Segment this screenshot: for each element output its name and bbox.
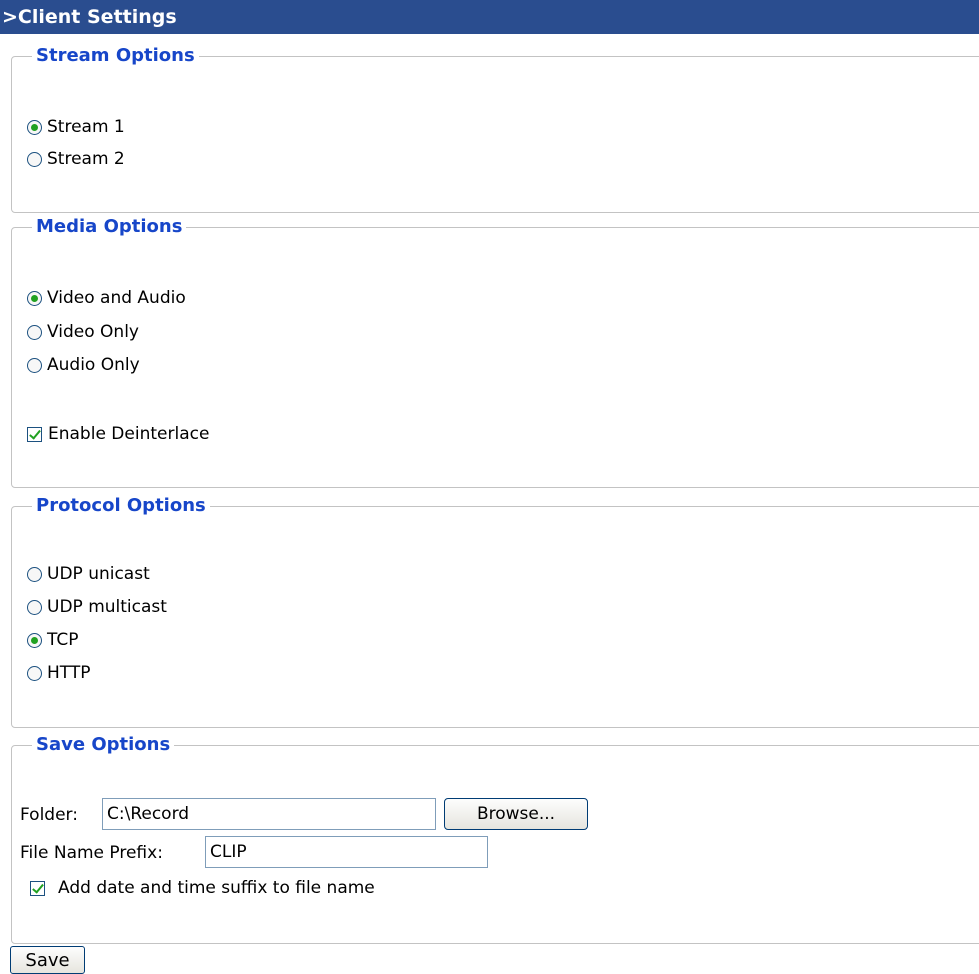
radio-button-icon[interactable] [27, 324, 42, 340]
protocol-options-legend: Protocol Options [32, 493, 210, 519]
radio-video-and-audio[interactable]: Video and Audio [27, 285, 186, 311]
radio-label: HTTP [47, 663, 91, 683]
browse-button[interactable]: Browse... [444, 798, 588, 830]
checkbox-label: Add date and time suffix to file name [58, 878, 375, 898]
radio-label: Video Only [47, 322, 139, 342]
radio-button-icon[interactable] [27, 119, 42, 135]
radio-http[interactable]: HTTP [27, 660, 91, 686]
radio-button-icon[interactable] [27, 632, 42, 648]
radio-label: UDP multicast [47, 597, 167, 617]
folder-input[interactable] [102, 798, 436, 830]
radio-video-only[interactable]: Video Only [27, 319, 139, 345]
file-name-prefix-label: File Name Prefix: [20, 843, 163, 863]
page-title: >Client Settings [0, 0, 979, 34]
file-name-prefix-input[interactable] [205, 836, 488, 868]
radio-button-icon[interactable] [27, 151, 42, 167]
radio-stream-2[interactable]: Stream 2 [27, 146, 125, 172]
protocol-options-group: Protocol Options UDP unicast UDP multica… [11, 493, 979, 728]
radio-button-icon[interactable] [27, 290, 42, 306]
media-options-legend: Media Options [32, 214, 187, 240]
media-options-group: Media Options Video and Audio Video Only… [11, 214, 979, 488]
checkbox-icon[interactable] [30, 880, 45, 896]
stream-options-legend: Stream Options [32, 43, 199, 69]
checkbox-icon[interactable] [27, 426, 42, 442]
radio-button-icon[interactable] [27, 566, 42, 582]
checkbox-enable-deinterlace[interactable]: Enable Deinterlace [27, 421, 209, 447]
radio-tcp[interactable]: TCP [27, 627, 79, 653]
radio-stream-1[interactable]: Stream 1 [27, 114, 125, 140]
radio-button-icon[interactable] [27, 665, 42, 681]
radio-label: Audio Only [47, 355, 140, 375]
radio-udp-multicast[interactable]: UDP multicast [27, 594, 167, 620]
folder-label: Folder: [20, 805, 78, 825]
save-button[interactable]: Save [10, 946, 85, 974]
save-options-legend: Save Options [32, 732, 175, 758]
client-settings-page: >Client Settings Stream Options Stream 1… [0, 0, 979, 974]
checkbox-label: Enable Deinterlace [48, 424, 210, 444]
radio-label: Video and Audio [47, 288, 186, 308]
radio-button-icon[interactable] [27, 357, 42, 373]
checkbox-add-date-time-suffix[interactable]: Add date and time suffix to file name [30, 875, 375, 901]
radio-label: Stream 2 [47, 149, 125, 169]
stream-options-group: Stream Options Stream 1 Stream 2 [11, 43, 979, 213]
radio-label: UDP unicast [47, 564, 150, 584]
radio-label: Stream 1 [47, 117, 125, 137]
radio-audio-only[interactable]: Audio Only [27, 352, 140, 378]
radio-button-icon[interactable] [27, 599, 42, 615]
radio-label: TCP [47, 630, 79, 650]
save-options-group: Save Options Folder: Browse... File Name… [11, 732, 979, 944]
radio-udp-unicast[interactable]: UDP unicast [27, 561, 150, 587]
